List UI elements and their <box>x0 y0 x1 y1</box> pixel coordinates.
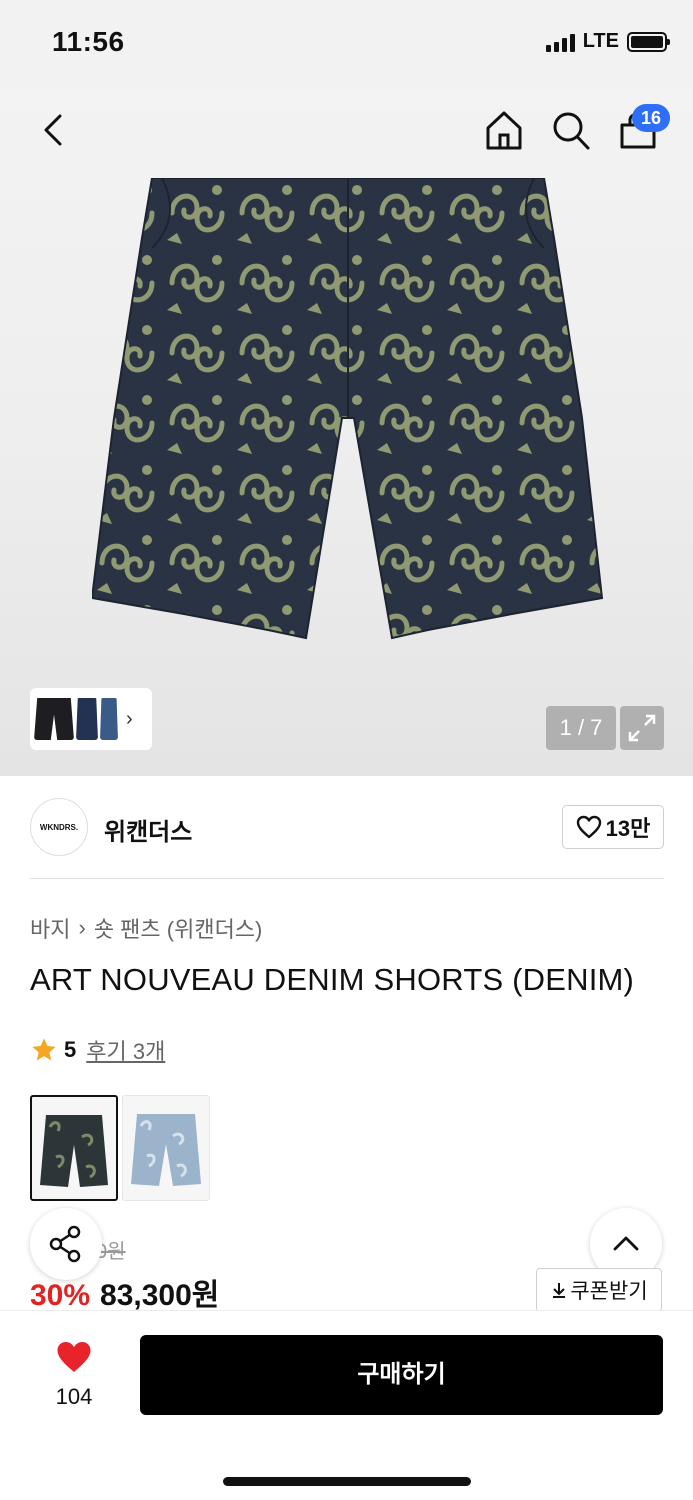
battery-icon <box>627 31 670 52</box>
wish-count: 104 <box>55 1384 93 1409</box>
buy-button[interactable]: 구매하기 <box>140 1335 663 1415</box>
color-option-light[interactable] <box>122 1095 210 1201</box>
breadcrumb: 바지 › 숏 팬츠 (위캔더스) <box>30 912 262 944</box>
share-icon <box>49 1225 81 1263</box>
bottom-action-bar: 104 구매하기 <box>0 1310 693 1500</box>
thumbnail-strip[interactable]: › <box>30 688 152 750</box>
share-button[interactable] <box>30 1208 102 1280</box>
review-link[interactable]: 후기 3개 <box>86 1034 165 1066</box>
discount-rate: 30% <box>30 1279 91 1312</box>
home-icon[interactable] <box>484 108 524 152</box>
signal-icon <box>545 32 575 52</box>
heart-icon <box>57 1342 91 1372</box>
wish-button[interactable]: 104 <box>44 1339 104 1410</box>
brand-like-count: 13만 <box>605 816 651 841</box>
breadcrumb-subcategory[interactable]: 숏 팬츠 (위캔더스) <box>94 912 263 944</box>
rating-score: 5 <box>64 1037 77 1062</box>
network-label: LTE <box>582 30 619 52</box>
brand-logo[interactable]: WKNDRS. <box>30 798 88 856</box>
download-icon <box>553 1283 566 1298</box>
product-title: ART NOUVEAU DENIM SHORTS (DENIM) <box>30 962 635 997</box>
coupon-label: 쿠폰받기 <box>570 1280 648 1303</box>
brand-name[interactable]: 위캔더스 <box>104 812 192 847</box>
status-bar: 11:56 LTE <box>0 0 693 86</box>
divider <box>30 878 664 879</box>
swatch-image <box>40 1115 108 1187</box>
star-icon <box>32 1038 56 1061</box>
thumbnail[interactable] <box>100 698 118 740</box>
sale-price: 83,300원 <box>100 1279 220 1312</box>
swatch-image <box>131 1114 201 1186</box>
color-option-dark[interactable] <box>30 1095 118 1201</box>
product-gallery[interactable]: 16 › 1 / 7 <box>0 86 693 776</box>
search-icon[interactable] <box>550 108 592 152</box>
gallery-page-indicator: 1 / 7 <box>546 706 616 750</box>
product-image[interactable] <box>92 178 604 640</box>
breadcrumb-category[interactable]: 바지 <box>30 912 70 944</box>
rating-row: 5 후기 3개 <box>30 1034 165 1066</box>
status-time: 11:56 <box>52 26 125 57</box>
thumbnail[interactable] <box>34 698 74 740</box>
back-icon[interactable] <box>36 110 72 150</box>
breadcrumb-separator: › <box>78 915 86 940</box>
status-indicators: LTE <box>545 30 670 53</box>
home-indicator <box>223 1477 471 1486</box>
cart-count-badge: 16 <box>632 104 670 132</box>
expand-icon[interactable] <box>620 706 664 750</box>
brand-row: WKNDRS. 위캔더스 13만 <box>30 798 664 858</box>
brand-like-button[interactable]: 13만 <box>562 805 664 849</box>
heart-outline-icon <box>576 815 601 839</box>
coupon-button[interactable]: 쿠폰받기 <box>536 1268 662 1312</box>
chevron-right-icon[interactable]: › <box>126 708 133 731</box>
thumbnail[interactable] <box>76 698 98 740</box>
